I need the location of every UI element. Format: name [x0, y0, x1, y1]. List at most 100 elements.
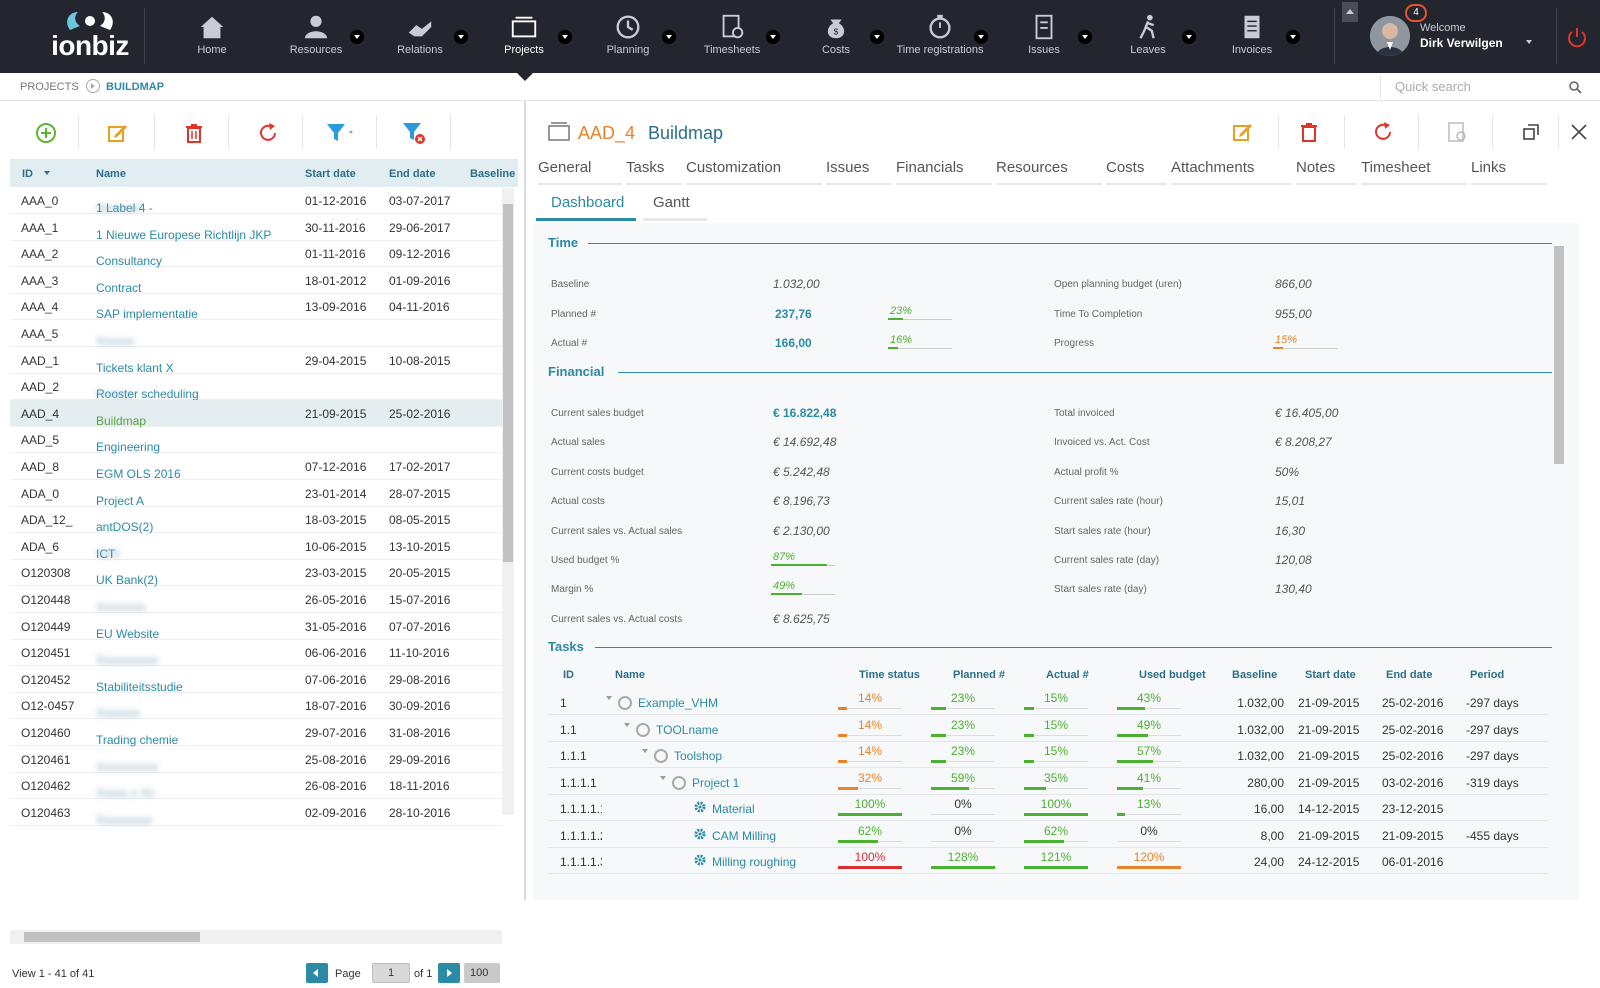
nav-planning[interactable]: Planning: [576, 0, 680, 73]
close-detail-button[interactable]: [1564, 117, 1594, 147]
tasks-col-end-date[interactable]: End date: [1386, 669, 1432, 681]
page-input[interactable]: 1: [372, 963, 410, 983]
expand-caret-icon[interactable]: [660, 775, 666, 780]
expand-caret-icon[interactable]: [642, 749, 648, 753]
nav-home[interactable]: Home: [160, 0, 264, 73]
edit-detail-button[interactable]: [1228, 117, 1258, 147]
tab-tasks[interactable]: Tasks: [626, 155, 682, 185]
table-row[interactable]: O120461 Xxxxxxxxxx 25-08-2016 29-09-2016: [10, 746, 502, 774]
table-row[interactable]: O120308 UK Bank(2) 23-03-2015 20-05-2015: [10, 559, 502, 587]
nav-projects[interactable]: Projects: [472, 0, 576, 73]
table-row[interactable]: AAA_4 SAP implementatie 13-09-2016 04-11-20…: [10, 293, 502, 321]
previous-page-button[interactable]: [306, 963, 328, 983]
subtab-gantt[interactable]: Gantt: [643, 187, 707, 221]
breadcrumb-projects[interactable]: PROJECTS: [20, 81, 79, 93]
task-name[interactable]: TOOLname: [656, 723, 718, 737]
table-row[interactable]: O120463 Xxxxxxxxx 02-09-2016 28-10-2016: [10, 799, 502, 827]
maximize-button[interactable]: [1516, 117, 1546, 147]
tasks-col-actual[interactable]: Actual #: [1046, 669, 1089, 681]
col-start-date[interactable]: Start date: [305, 168, 356, 180]
table-row[interactable]: AAA_2 Consultancy 01-11-2016 09-12-2016: [10, 240, 502, 268]
task-name[interactable]: Project 1: [692, 776, 739, 790]
col-id[interactable]: ID: [22, 168, 33, 180]
tasks-col-planned[interactable]: Planned #: [953, 669, 1005, 681]
tab-notes[interactable]: Notes: [1296, 155, 1357, 185]
tasks-col-start-date[interactable]: Start date: [1305, 669, 1356, 681]
edit-project-button[interactable]: [100, 117, 136, 149]
table-row[interactable]: O120460 Trading chemie 29-07-2016 31-08-201…: [10, 719, 502, 747]
list-vertical-scrollbar[interactable]: [502, 188, 514, 815]
nav-dropdown-icon[interactable]: [662, 30, 676, 44]
tab-attachments[interactable]: Attachments: [1171, 155, 1292, 185]
tasks-col-id[interactable]: ID: [563, 669, 574, 681]
nav-dropdown-icon[interactable]: [870, 30, 884, 44]
task-row[interactable]: 1.1.1 Toolshop 14% 23% 15% 57% 1.032,00 21-09-2…: [548, 742, 1548, 768]
table-row[interactable]: ADA_0 Project A 23-01-2014 28-07-2015: [10, 480, 502, 508]
task-name[interactable]: Example_VHM: [638, 696, 718, 710]
subtab-dashboard[interactable]: Dashboard: [536, 187, 636, 221]
table-row[interactable]: AAD_4 Buildmap 21-09-2015 25-02-2016: [10, 399, 502, 428]
report-button[interactable]: [1442, 117, 1472, 147]
page-size-select[interactable]: 100: [464, 963, 500, 983]
table-row[interactable]: O120451 Xxxxxxxxxx 06-06-2016 11-10-2016: [10, 639, 502, 667]
notification-badge[interactable]: 4: [1405, 4, 1427, 22]
task-name[interactable]: Material: [712, 802, 755, 816]
ionbiz-logo[interactable]: ionbiz: [30, 8, 150, 66]
tasks-col-used-budget[interactable]: Used budget: [1139, 669, 1206, 681]
clear-filter-button[interactable]: [396, 117, 432, 149]
user-menu-caret-icon[interactable]: [1526, 40, 1532, 44]
tab-financials[interactable]: Financials: [896, 155, 992, 185]
task-row[interactable]: 1 Example_VHM 14% 23% 15% 43% 1.032,00 21-09-20…: [548, 689, 1548, 715]
nav-dropdown-icon[interactable]: [766, 30, 780, 44]
nav-relations[interactable]: Relations: [368, 0, 472, 73]
tasks-col-time-status[interactable]: Time status: [859, 669, 920, 681]
table-row[interactable]: O120462 Xxxxx x Xx 26-08-2016 18-11-2016: [10, 772, 502, 800]
user-name[interactable]: Dirk Verwilgen: [1420, 36, 1503, 50]
table-row[interactable]: AAA_3 Contract 18-01-2012 01-09-2016: [10, 267, 502, 295]
table-row[interactable]: ADA_6 ICT XXX 10-06-2015 13-10-2015: [10, 533, 502, 561]
refresh-list-button[interactable]: [250, 117, 286, 149]
table-row[interactable]: AAD_2 Rooster scheduling Xxxxxx: [10, 373, 502, 401]
tab-customization[interactable]: Customization: [686, 155, 822, 185]
tab-costs[interactable]: Costs: [1106, 155, 1167, 185]
table-row[interactable]: AAD_5 Engineering: [10, 426, 502, 454]
table-row[interactable]: AAA_5 Xxxxxx: [10, 320, 502, 348]
logout-power-icon[interactable]: [1566, 26, 1588, 48]
search-icon[interactable]: [1568, 80, 1582, 94]
table-row[interactable]: AAA_1 1 Nieuwe Europese Richtlijn JKP 30-1…: [10, 214, 502, 242]
task-row[interactable]: 1.1 TOOLname 14% 23% 15% 49% 1.032,00 21-09-201…: [548, 716, 1548, 742]
tasks-col-baseline[interactable]: Baseline: [1232, 669, 1277, 681]
nav-dropdown-icon[interactable]: [558, 30, 572, 44]
nav-time-registrations[interactable]: Time registrations: [888, 0, 992, 73]
tab-resources[interactable]: Resources: [996, 155, 1102, 185]
tasks-col-period[interactable]: Period: [1470, 669, 1504, 681]
task-row[interactable]: 1.1.1.1.1 Material 100% 0% 100% 13% 16,00 14-12…: [548, 795, 1548, 821]
table-row[interactable]: O12-0457 Xxxxxxx 18-07-2016 30-09-2016: [10, 692, 502, 720]
nav-costs[interactable]: $ Costs: [784, 0, 888, 73]
expand-caret-icon[interactable]: [606, 696, 612, 700]
table-row[interactable]: AAD_1 Tickets klant X 29-04-2015 10-08-2015: [10, 347, 502, 375]
refresh-detail-button[interactable]: [1368, 117, 1398, 147]
task-name[interactable]: Toolshop: [674, 749, 722, 763]
table-row[interactable]: O120448 Xxxxxxxx 26-05-2016 15-07-2016: [10, 586, 502, 614]
filter-button[interactable]: [322, 117, 358, 149]
nav-dropdown-icon[interactable]: [1078, 30, 1092, 44]
nav-dropdown-icon[interactable]: [974, 30, 988, 44]
tab-links[interactable]: Links: [1471, 155, 1547, 185]
table-row[interactable]: AAA_0 1 Label 4 - Xxxxxxx 01-12-2016 03-07-…: [10, 187, 502, 215]
task-row[interactable]: 1.1.1.1.3 Milling roughing 100% 128% 121% 120…: [548, 848, 1548, 874]
tab-issues[interactable]: Issues: [826, 155, 892, 185]
nav-dropdown-icon[interactable]: [1182, 30, 1196, 44]
task-row[interactable]: 1.1.1.1 Project 1 32% 59% 35% 41% 280,00 21-09-…: [548, 769, 1548, 795]
table-row[interactable]: AAD_8 EGM OLS 2016 07-12-2016 17-02-2017: [10, 453, 502, 481]
collapse-header-button[interactable]: [1342, 2, 1358, 22]
nav-leaves[interactable]: Leaves: [1096, 0, 1200, 73]
nav-dropdown-icon[interactable]: [454, 30, 468, 44]
tab-timesheet[interactable]: Timesheet: [1361, 155, 1467, 185]
table-row[interactable]: O120452 Stabiliteitsstudie 07-06-2016 29-08…: [10, 666, 502, 694]
col-end-date[interactable]: End date: [389, 168, 435, 180]
tab-general[interactable]: General: [538, 155, 622, 185]
table-row[interactable]: O120449 EU Website 31-05-2016 07-07-2016: [10, 613, 502, 641]
task-name[interactable]: Milling roughing: [712, 855, 796, 869]
nav-resources[interactable]: Resources: [264, 0, 368, 73]
